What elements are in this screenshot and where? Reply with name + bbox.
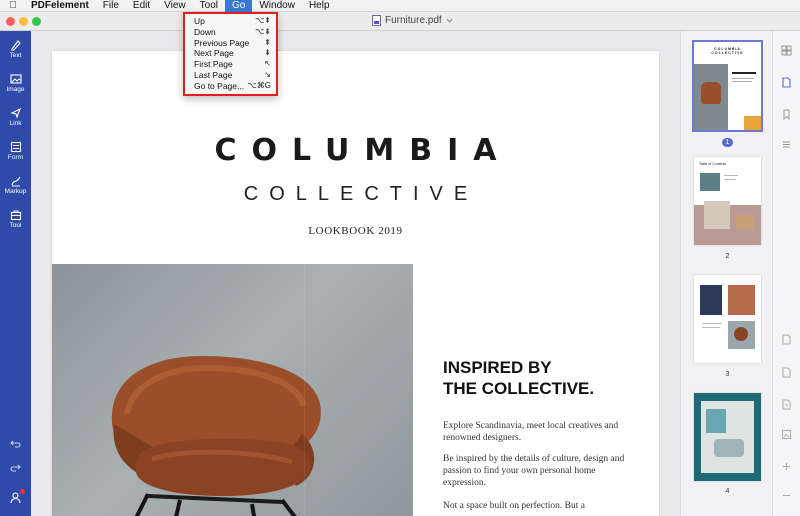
- thumbnail-page-3[interactable]: [694, 275, 761, 363]
- go-menu-last-page-label: Last Page: [194, 69, 233, 80]
- tool-toolbox-button[interactable]: Tool: [0, 205, 31, 235]
- menu-view[interactable]: View: [157, 0, 193, 12]
- account-button[interactable]: [9, 489, 25, 504]
- undo-icon[interactable]: [9, 437, 22, 450]
- menu-tool[interactable]: Tool: [193, 0, 225, 12]
- thumbnail-page-4[interactable]: [694, 393, 761, 481]
- doc-heading: INSPIRED BY THE COLLECTIVE.: [443, 357, 594, 399]
- tool-link-button[interactable]: Link: [0, 103, 31, 133]
- thumbnail-number-1-label: 1: [721, 138, 734, 147]
- apple-menu-icon[interactable]: : [6, 0, 20, 11]
- go-menu-previous-page-label: Previous Page: [194, 37, 250, 48]
- thumbnail-number-4: 4: [725, 488, 730, 495]
- window-title-bar: Furniture.pdf: [0, 12, 800, 31]
- tool-text-button[interactable]: Text: [0, 35, 31, 65]
- go-menu-previous-page-shortcut: ⇞: [264, 37, 271, 47]
- left-tool-sidebar: Text Image Link Form Markup Tool: [0, 31, 31, 516]
- document-title-text: Furniture.pdf: [385, 15, 442, 26]
- toolbox-icon: [10, 210, 21, 221]
- go-menu-last-page-shortcut: ↘: [264, 69, 271, 79]
- zoom-window-button[interactable]: [32, 17, 41, 26]
- go-menu-next-page[interactable]: Next Page ⇟: [185, 48, 276, 59]
- doc-paragraph-1: Explore Scandinavia, meet local creative…: [443, 421, 619, 443]
- image-icon: [9, 74, 22, 84]
- thumb-1-title: COLUMBIA COLLECTIVE: [711, 47, 744, 55]
- text-edit-icon: [10, 40, 21, 51]
- thumbnail-page-2[interactable]: Table of Contents: [694, 157, 761, 245]
- convert-icon[interactable]: [781, 334, 792, 345]
- doc-subtitle-lookbook: LOOKBOOK 2019: [308, 225, 403, 237]
- doc-title-collective: COLLECTIVE: [243, 183, 479, 205]
- chevron-down-icon: [446, 18, 453, 23]
- go-menu-up[interactable]: Up ⌥⇞: [185, 16, 276, 27]
- go-menu-last-page[interactable]: Last Page ↘: [185, 70, 276, 81]
- go-menu-down-label: Down: [194, 26, 216, 37]
- tool-form-label: Form: [7, 154, 24, 161]
- document-title[interactable]: Furniture.pdf: [372, 15, 453, 26]
- tool-toolbox-label: Tool: [9, 222, 22, 229]
- doc-title-columbia: COLUMBIA: [214, 133, 512, 168]
- menu-window[interactable]: Window: [252, 0, 302, 12]
- tool-markup-button[interactable]: Markup: [0, 171, 31, 201]
- tool-image-button[interactable]: Image: [0, 69, 31, 99]
- chair-illustration: [111, 356, 321, 516]
- go-menu-go-to-page-shortcut: ⌥⌘G: [247, 80, 271, 90]
- go-menu-down[interactable]: Down ⌥⇟: [185, 27, 276, 38]
- doc-paragraph-3: Not a space built on perfection. But a: [443, 501, 585, 511]
- thumb-2-title: Table of Contents: [699, 162, 727, 166]
- go-menu-first-page-shortcut: ↖: [264, 59, 271, 69]
- doc-heading-line-2: THE COLLECTIVE.: [443, 379, 595, 398]
- go-menu-next-page-label: Next Page: [194, 48, 234, 59]
- menu-help[interactable]: Help: [302, 0, 337, 12]
- go-menu-go-to-page-label: Go to Page...: [194, 80, 245, 91]
- menu-edit[interactable]: Edit: [126, 0, 157, 12]
- right-utility-strip: [773, 31, 800, 516]
- tool-image-label: Image: [6, 86, 25, 93]
- thumbnail-number-1: 1: [681, 138, 774, 147]
- list-icon[interactable]: [781, 139, 792, 150]
- zoom-out-icon[interactable]: [781, 490, 792, 501]
- markup-icon: [10, 176, 21, 187]
- menu-go[interactable]: Go: [225, 0, 253, 12]
- thumbnail-number-2: 2: [725, 253, 730, 260]
- menu-app-name[interactable]: PDFelement: [24, 0, 96, 12]
- go-menu-go-to-page[interactable]: Go to Page... ⌥⌘G: [185, 81, 276, 92]
- go-menu-dropdown: Up ⌥⇞ Down ⌥⇟ Previous Page ⇞ Next Page ⇟ Fi…: [183, 12, 278, 96]
- pdf-file-icon: [372, 15, 381, 26]
- thumbnail-number-3: 3: [725, 371, 730, 378]
- minimize-window-button[interactable]: [19, 17, 28, 26]
- zoom-in-icon[interactable]: [781, 461, 792, 472]
- tool-form-button[interactable]: Form: [0, 137, 31, 167]
- go-menu-previous-page[interactable]: Previous Page ⇞: [185, 38, 276, 49]
- go-menu-next-page-shortcut: ⇟: [264, 48, 271, 58]
- thumbnail-panel: COLUMBIA COLLECTIVE 1 Table of Contents …: [680, 31, 773, 516]
- link-icon: [9, 107, 21, 119]
- go-menu-first-page[interactable]: First Page ↖: [185, 59, 276, 70]
- export-icon[interactable]: [781, 367, 792, 378]
- go-menu-up-shortcut: ⌥⇞: [255, 16, 271, 25]
- notification-badge: [20, 489, 25, 494]
- document-view[interactable]: COLUMBIA COLLECTIVE LOOKBOOK 2019 INSPIR: [31, 31, 680, 516]
- thumbnail-page-1[interactable]: COLUMBIA COLLECTIVE: [692, 40, 763, 132]
- doc-heading-line-1: INSPIRED BY: [443, 358, 552, 377]
- tool-link-label: Link: [9, 120, 22, 127]
- bookmark-icon[interactable]: [781, 109, 792, 120]
- grid-view-icon[interactable]: [781, 45, 792, 56]
- thumbnail-view-icon[interactable]: [781, 77, 792, 88]
- chair-photo: [52, 264, 413, 516]
- close-window-button[interactable]: [6, 17, 15, 26]
- document-icon[interactable]: [781, 399, 792, 410]
- image-export-icon[interactable]: [781, 429, 792, 440]
- form-icon: [10, 141, 21, 153]
- go-menu-up-label: Up: [194, 16, 205, 26]
- doc-paragraph-2: Be inspired by the details of culture, d…: [443, 454, 625, 488]
- redo-icon[interactable]: [9, 461, 22, 474]
- menu-bar:  PDFelement File Edit View Tool Go Wind…: [0, 0, 800, 12]
- tool-text-label: Text: [9, 52, 22, 59]
- go-menu-down-shortcut: ⌥⇟: [255, 26, 271, 36]
- pdf-page-1[interactable]: COLUMBIA COLLECTIVE LOOKBOOK 2019 INSPIR: [52, 51, 659, 516]
- tool-markup-label: Markup: [4, 188, 27, 195]
- menu-file[interactable]: File: [96, 0, 126, 12]
- go-menu-first-page-label: First Page: [194, 59, 233, 70]
